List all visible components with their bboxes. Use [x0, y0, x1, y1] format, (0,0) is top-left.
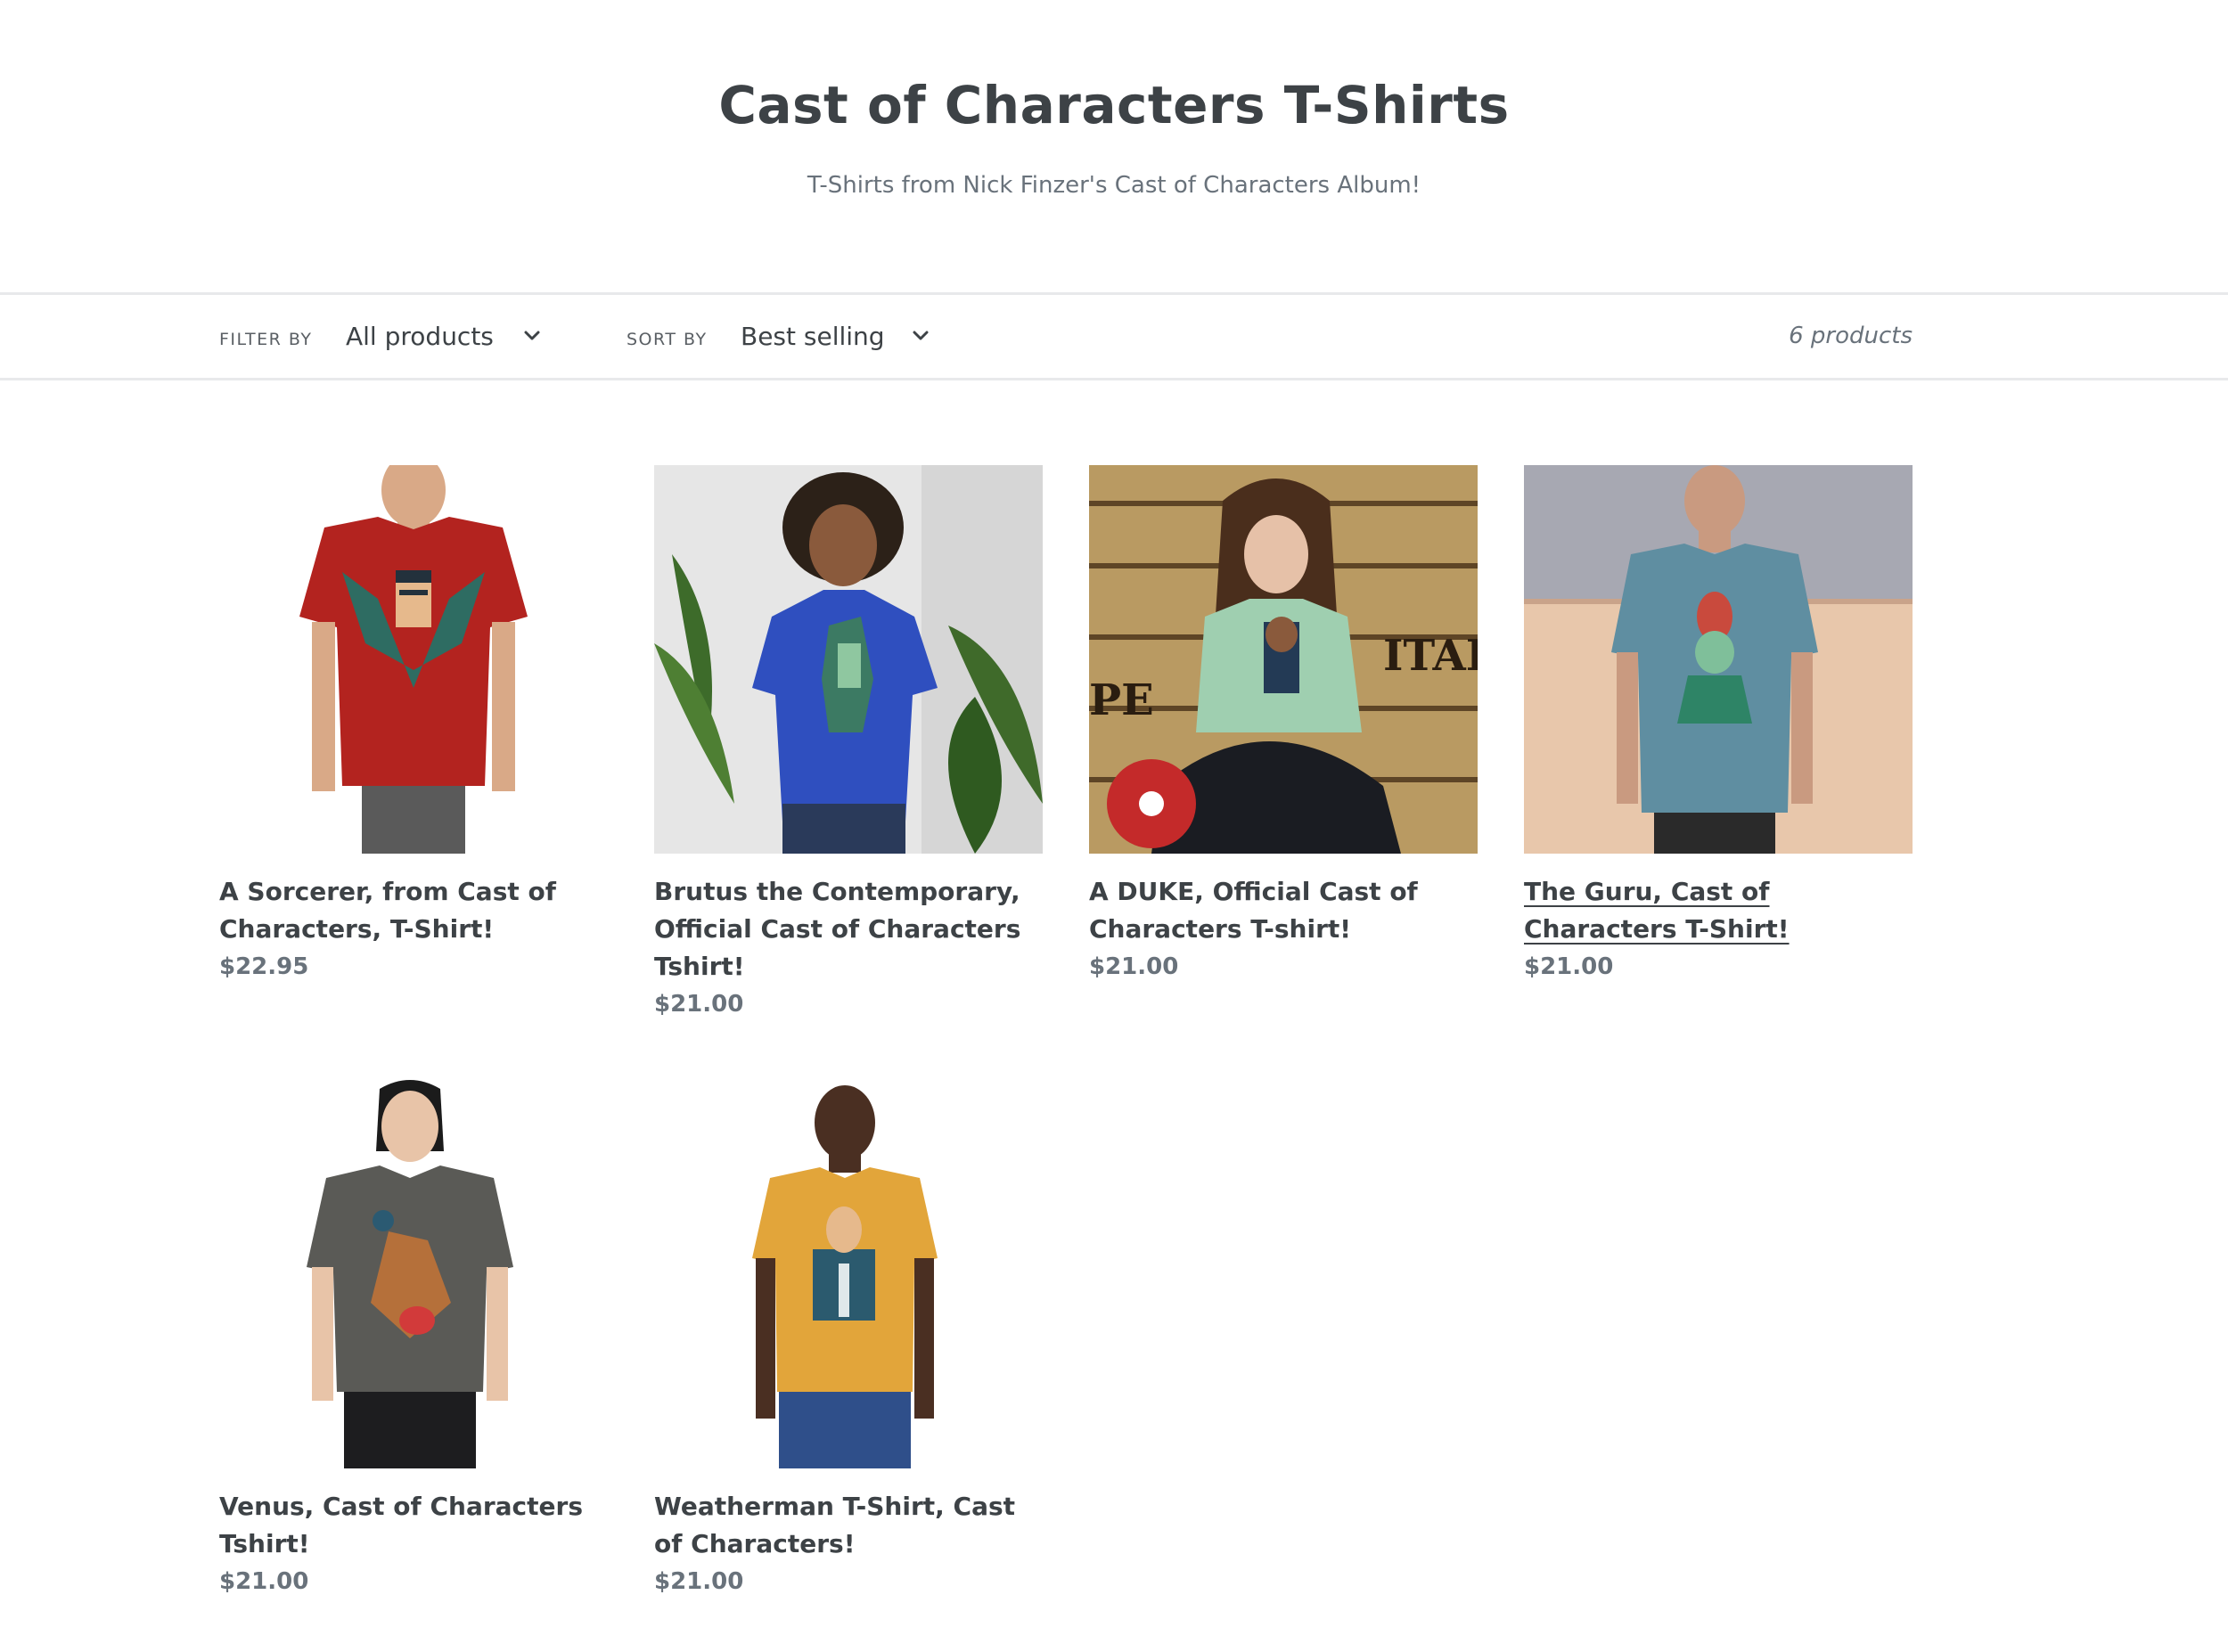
filter-select[interactable]: All products	[346, 322, 494, 351]
product-title[interactable]: A Sorcerer, from Cast of Characters, T-S…	[219, 873, 608, 948]
collection-title: Cast of Characters T-Shirts	[718, 75, 1510, 135]
product-title[interactable]: Weatherman T-Shirt, Cast of Characters!	[654, 1488, 1043, 1563]
product-card[interactable]: A Sorcerer, from Cast of Characters, T-S…	[219, 465, 608, 985]
collection-toolbar: FILTER BY All products SORT BY Best sell…	[0, 292, 2228, 380]
chevron-down-icon[interactable]	[910, 325, 931, 347]
product-image[interactable]: ITAL PE	[1089, 465, 1478, 854]
product-price: $21.00	[654, 1568, 744, 1595]
product-card[interactable]: Brutus the Contemporary, Official Cast o…	[654, 465, 1043, 1023]
product-count: 6 products	[1789, 323, 1913, 349]
product-image[interactable]	[654, 1080, 1043, 1468]
product-image[interactable]	[219, 465, 608, 854]
product-image[interactable]	[1524, 465, 1913, 854]
product-image[interactable]	[654, 465, 1043, 854]
product-image[interactable]	[219, 1080, 608, 1468]
sort-by-label: SORT BY	[627, 330, 708, 349]
product-price: $21.00	[1524, 953, 1614, 980]
product-title[interactable]: The Guru, Cast of Characters T-Shirt!	[1524, 873, 1913, 948]
product-card[interactable]: ITAL PE A DUKE, Official Cast of Charact…	[1089, 465, 1478, 985]
product-price: $21.00	[654, 991, 744, 1018]
product-card[interactable]: The Guru, Cast of Characters T-Shirt! $2…	[1524, 465, 1913, 985]
product-title[interactable]: Brutus the Contemporary, Official Cast o…	[654, 873, 1043, 985]
sort-select[interactable]: Best selling	[741, 322, 885, 351]
product-price: $21.00	[1089, 953, 1179, 980]
collection-description: T-Shirts from Nick Finzer's Cast of Char…	[807, 172, 1421, 199]
product-title[interactable]: Venus, Cast of Characters Tshirt!	[219, 1488, 608, 1563]
product-title[interactable]: A DUKE, Official Cast of Characters T-sh…	[1089, 873, 1478, 948]
svg-text:ITAL: ITAL	[1383, 631, 1478, 681]
filter-by-label: FILTER BY	[219, 330, 313, 349]
product-card[interactable]: Weatherman T-Shirt, Cast of Characters! …	[654, 1080, 1043, 1600]
product-price: $21.00	[219, 1568, 309, 1595]
product-price: $22.95	[219, 953, 309, 980]
svg-text:PE: PE	[1089, 675, 1154, 725]
chevron-down-icon[interactable]	[521, 325, 543, 347]
product-card[interactable]: Venus, Cast of Characters Tshirt! $21.00	[219, 1080, 608, 1600]
